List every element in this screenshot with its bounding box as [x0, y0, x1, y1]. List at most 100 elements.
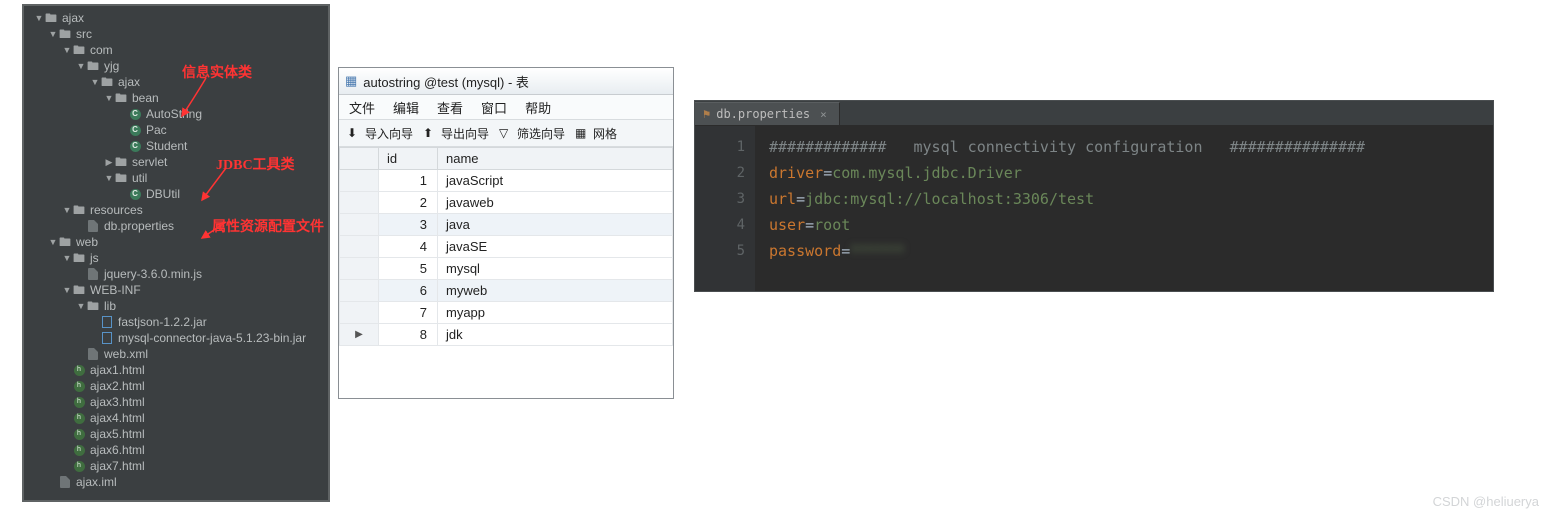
tree-item[interactable]: ▼🖿ajax [30, 74, 328, 90]
tree-item[interactable]: mysql-connector-java-5.1.23-bin.jar [30, 330, 328, 346]
cell-name: javaScript [438, 170, 673, 192]
tree-item[interactable]: ▼🖿bean [30, 90, 328, 106]
tree-item[interactable]: hajax3.html [30, 394, 328, 410]
tree-item-label: db.properties [104, 218, 174, 234]
tree-item[interactable]: CStudent [30, 138, 328, 154]
db-column-header[interactable]: name [438, 148, 673, 170]
tree-item-label: ajax5.html [90, 426, 145, 442]
tree-item-label: mysql-connector-java-5.1.23-bin.jar [118, 330, 306, 346]
tree-item-label: web [76, 234, 98, 250]
db-menu-item[interactable]: 编辑 [393, 98, 419, 117]
file-icon [86, 267, 100, 281]
db-column-header[interactable]: id [379, 148, 438, 170]
tree-item[interactable]: ▼🖿util [30, 170, 328, 186]
tree-twisty-icon[interactable]: ▼ [104, 170, 114, 186]
tree-item[interactable]: hajax2.html [30, 378, 328, 394]
db-menu-item[interactable]: 窗口 [481, 98, 507, 117]
tree-twisty-icon[interactable]: ▼ [48, 234, 58, 250]
db-grid[interactable]: idname 1javaScript2javaweb3java4javaSE5m… [339, 147, 673, 346]
tree-item[interactable]: ▶🖿servlet [30, 154, 328, 170]
db-tool-button[interactable]: ⬆导出向导 [423, 125, 489, 142]
editor-tab-dbproperties[interactable]: ⚑ db.properties × [695, 102, 840, 125]
tree-item-label: web.xml [104, 346, 148, 362]
html-icon: h [72, 427, 86, 441]
tree-twisty-icon[interactable]: ▼ [48, 26, 58, 42]
db-toolbar[interactable]: ⬇导入向导 ⬆导出向导 ▽筛选向导 ▦网格 [339, 120, 673, 147]
tree-twisty-icon[interactable]: ▼ [76, 58, 86, 74]
tree-item[interactable]: fastjson-1.2.2.jar [30, 314, 328, 330]
table-row[interactable]: 4javaSE [340, 236, 673, 258]
tree-item[interactable]: hajax1.html [30, 362, 328, 378]
tree-item-label: ajax [62, 10, 84, 26]
tree-item[interactable]: ▼🖿 lib [30, 298, 328, 314]
tree-item[interactable]: CAutoString [30, 106, 328, 122]
table-row[interactable]: 1javaScript [340, 170, 673, 192]
tree-item[interactable]: ▼🖿resources [30, 202, 328, 218]
tree-item[interactable]: jquery-3.6.0.min.js [30, 266, 328, 282]
table-row[interactable]: 5mysql [340, 258, 673, 280]
tree-item-label: lib [104, 298, 116, 314]
tree-item[interactable]: h ajax5.html [30, 426, 328, 442]
tree-item[interactable]: hajax4.html [30, 410, 328, 426]
file-icon [86, 347, 100, 361]
tree-item[interactable]: ▼🖿com [30, 42, 328, 58]
line-number: 4 [695, 212, 745, 238]
row-indicator [340, 192, 379, 214]
tree-item[interactable]: db.properties [30, 218, 328, 234]
tree-item[interactable]: ▼🖿 web [30, 234, 328, 250]
row-indicator [340, 302, 379, 324]
tree-twisty-icon[interactable]: ▼ [62, 250, 72, 266]
tree-item[interactable]: ajax.iml [30, 474, 328, 490]
cell-name: jdk [438, 324, 673, 346]
db-menu-item[interactable]: 文件 [349, 98, 375, 117]
db-menu-item[interactable]: 查看 [437, 98, 463, 117]
code-line[interactable]: password=****** [769, 238, 1493, 264]
code-line[interactable]: driver=com.mysql.jdbc.Driver [769, 160, 1493, 186]
db-tool-button[interactable]: ▽筛选向导 [499, 125, 565, 142]
table-icon: ▦ [345, 73, 357, 89]
table-row[interactable]: 6myweb [340, 280, 673, 302]
tree-twisty-icon[interactable]: ▼ [62, 42, 72, 58]
tree-twisty-icon[interactable]: ▼ [90, 74, 100, 90]
db-menubar[interactable]: 文件编辑查看窗口帮助 [339, 95, 673, 120]
db-menu-item[interactable]: 帮助 [525, 98, 551, 117]
cell-id: 5 [379, 258, 438, 280]
folder-icon: 🖿 [86, 299, 100, 313]
tree-twisty-icon[interactable]: ▼ [62, 202, 72, 218]
project-tree[interactable]: ▼🖿ajax▼🖿src▼🖿com▼🖿yjg▼🖿ajax▼🖿beanCAutoSt… [24, 6, 328, 494]
tree-twisty-icon[interactable]: ▼ [34, 10, 44, 26]
tree-item[interactable]: ▼🖿WEB-INF [30, 282, 328, 298]
editor-code[interactable]: ############# mysql connectivity configu… [755, 126, 1493, 291]
tree-twisty-icon[interactable]: ▶ [104, 154, 114, 170]
code-line[interactable]: url=jdbc:mysql://localhost:3306/test [769, 186, 1493, 212]
folder-icon: 🖿 [58, 235, 72, 249]
table-row[interactable]: 3java [340, 214, 673, 236]
tree-item[interactable]: ▼🖿js [30, 250, 328, 266]
tree-item[interactable]: ▼🖿src [30, 26, 328, 42]
tree-item[interactable]: CPac [30, 122, 328, 138]
db-tool-button[interactable]: ▦网格 [575, 125, 617, 142]
tree-item[interactable]: CDBUtil [30, 186, 328, 202]
tree-twisty-icon[interactable]: ▼ [104, 90, 114, 106]
html-icon: h [72, 363, 86, 377]
tree-item[interactable]: ▼🖿yjg [30, 58, 328, 74]
tree-item[interactable]: web.xml [30, 346, 328, 362]
tree-twisty-icon[interactable]: ▼ [76, 298, 86, 314]
tree-item[interactable]: hajax7.html [30, 458, 328, 474]
tool-icon: ▦ [575, 126, 589, 140]
properties-icon: ⚑ [703, 107, 710, 121]
class-icon: C [128, 107, 142, 121]
cell-id: 7 [379, 302, 438, 324]
tree-twisty-icon[interactable]: ▼ [62, 282, 72, 298]
editor-tabs[interactable]: ⚑ db.properties × [695, 101, 1493, 126]
table-row[interactable]: ▶8jdk [340, 324, 673, 346]
close-icon[interactable]: × [820, 108, 827, 121]
table-row[interactable]: 2javaweb [340, 192, 673, 214]
tree-item[interactable]: hajax6.html [30, 442, 328, 458]
table-row[interactable]: 7myapp [340, 302, 673, 324]
code-line[interactable]: user=root [769, 212, 1493, 238]
row-indicator [340, 280, 379, 302]
db-tool-button[interactable]: ⬇导入向导 [347, 125, 413, 142]
code-line[interactable]: ############# mysql connectivity configu… [769, 134, 1493, 160]
tree-item[interactable]: ▼🖿ajax [30, 10, 328, 26]
